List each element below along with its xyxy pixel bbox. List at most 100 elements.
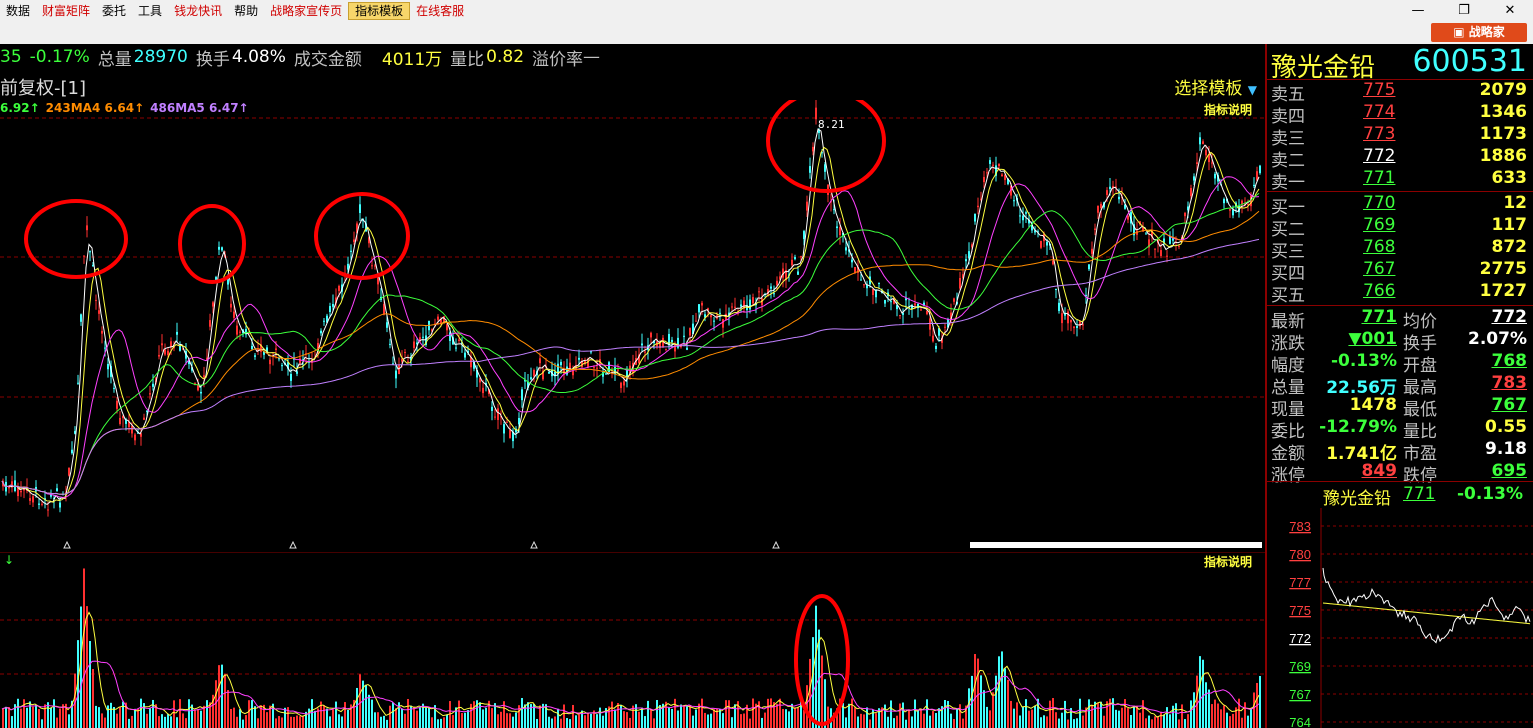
candle-body xyxy=(1040,240,1042,248)
volume-bar xyxy=(734,704,736,728)
volume-bar xyxy=(851,698,853,728)
restore-icon[interactable]: ❐ xyxy=(1441,0,1487,22)
volume-bar xyxy=(1241,717,1243,728)
volume-bar xyxy=(1196,675,1198,728)
change-pct: -0.17% xyxy=(29,47,90,67)
volume-bar xyxy=(710,713,712,728)
turnover-label: 换手 xyxy=(195,49,230,70)
candle-body xyxy=(41,503,43,505)
volume-bar xyxy=(431,717,433,728)
volume-bar xyxy=(1118,710,1120,728)
chart-scrollbar[interactable] xyxy=(970,542,1262,548)
ask-row[interactable]: 卖五 775 2079 xyxy=(1267,80,1533,105)
menu-item-6[interactable]: 战略家宣传页 xyxy=(264,0,348,22)
minimize-icon[interactable]: — xyxy=(1395,0,1441,22)
bid-row[interactable]: 买三 768 872 xyxy=(1267,237,1533,262)
volume-bar xyxy=(242,719,244,728)
candle-body xyxy=(230,303,232,308)
indicator-help-button-vol[interactable]: 指标说明 xyxy=(1204,553,1252,570)
volume-bar xyxy=(59,708,61,728)
volume-bar xyxy=(752,698,754,728)
volume-bar xyxy=(203,705,205,728)
candle-body xyxy=(212,302,214,307)
volume-chart[interactable] xyxy=(0,552,1265,728)
candle-body xyxy=(1229,209,1231,211)
candle-body xyxy=(686,347,688,350)
volume-bar xyxy=(857,716,859,728)
candle-body xyxy=(809,166,811,173)
volume-bar xyxy=(245,715,247,728)
candle-body xyxy=(161,343,163,346)
ask-row[interactable]: 卖一 771 633 xyxy=(1267,168,1533,193)
volume-bar xyxy=(1064,700,1066,728)
volume-bar xyxy=(278,716,280,728)
ma-legend-item: 486MA5 6.47↑ xyxy=(150,101,249,115)
quote-bar: 35 -0.17% 总量 28970 换手 4.08% 成交金额 4011万 量… xyxy=(0,44,1265,70)
stats-row: 现量 1478 最低 767 xyxy=(1267,395,1533,420)
adjust-mode[interactable]: 前复权-[1] xyxy=(0,74,86,100)
candle-body xyxy=(59,502,61,508)
volume-bar xyxy=(440,718,442,728)
bid-row[interactable]: 买一 770 12 xyxy=(1267,193,1533,218)
menu-item-0[interactable]: 数据 xyxy=(0,0,36,22)
volume-bar xyxy=(50,707,52,728)
volume-bar xyxy=(860,713,862,728)
level-volume: 1886 xyxy=(1479,146,1527,166)
partial-value: 35 xyxy=(0,47,22,67)
volume-bar xyxy=(1184,719,1186,728)
volume-bar xyxy=(491,708,493,728)
ask-row[interactable]: 卖二 772 1886 xyxy=(1267,146,1533,171)
mini-axis-label: 775 xyxy=(1289,603,1311,618)
volume-bar xyxy=(251,700,253,728)
menu-item-4[interactable]: 钱龙快讯 xyxy=(168,0,228,22)
volume-bar xyxy=(176,717,178,728)
stock-header: 豫光金铅 600531 xyxy=(1267,44,1533,83)
intraday-mini-chart[interactable]: 783780777775772769767764761 xyxy=(1267,508,1533,728)
volume-bar xyxy=(914,699,916,728)
menu-item-3[interactable]: 工具 xyxy=(132,0,168,22)
candle-body xyxy=(386,322,388,328)
stat-value: 695 xyxy=(1491,461,1528,481)
menu-item-7[interactable]: 指标模板 xyxy=(348,2,411,20)
candle-body xyxy=(119,417,121,424)
volume-bar xyxy=(872,709,874,728)
volume-bar xyxy=(302,716,304,728)
candle-body xyxy=(20,490,22,493)
volume-bar xyxy=(959,704,961,728)
indicator-help-button[interactable]: 指标说明 xyxy=(1204,101,1252,118)
menu-item-1[interactable]: 财富矩阵 xyxy=(36,0,96,22)
brand-button[interactable]: ▣ 战略家 xyxy=(1431,23,1527,42)
ask-row[interactable]: 卖三 773 1173 xyxy=(1267,124,1533,149)
close-icon[interactable]: ✕ xyxy=(1487,0,1533,22)
volume-bar xyxy=(473,701,475,728)
candle-body xyxy=(1013,200,1015,202)
candle-body xyxy=(353,239,355,242)
bid-row[interactable]: 买四 767 2775 xyxy=(1267,259,1533,284)
volume-bar xyxy=(497,714,499,728)
turnover: 4.08% xyxy=(231,47,286,67)
bid-row[interactable]: 买五 766 1727 xyxy=(1267,281,1533,306)
template-select[interactable]: 选择模板 ▼ xyxy=(1174,74,1257,99)
volume-bar xyxy=(1073,719,1075,728)
candle-body xyxy=(1073,326,1075,329)
volume-bar xyxy=(776,703,778,728)
volume-bar xyxy=(188,699,190,728)
candle-body xyxy=(1205,150,1207,156)
candle-body xyxy=(701,302,703,306)
candle-body xyxy=(758,291,760,293)
candle-body xyxy=(734,306,736,308)
volume-bar xyxy=(677,710,679,728)
menu-item-5[interactable]: 帮助 xyxy=(228,0,264,22)
menu-item-8[interactable]: 在线客服 xyxy=(410,0,470,22)
ask-row[interactable]: 卖四 774 1346 xyxy=(1267,102,1533,127)
ma6-line xyxy=(1,210,1260,495)
volume-bar xyxy=(674,698,676,728)
menu-item-2[interactable]: 委托 xyxy=(96,0,132,22)
volume-bar xyxy=(467,710,469,728)
kline-chart[interactable]: 8.21 xyxy=(0,100,1265,550)
bid-row[interactable]: 买二 769 117 xyxy=(1267,215,1533,240)
volume-bar xyxy=(326,708,328,728)
volume-bar xyxy=(1193,692,1195,728)
candle-body xyxy=(749,299,751,310)
volume-bar xyxy=(977,658,979,728)
